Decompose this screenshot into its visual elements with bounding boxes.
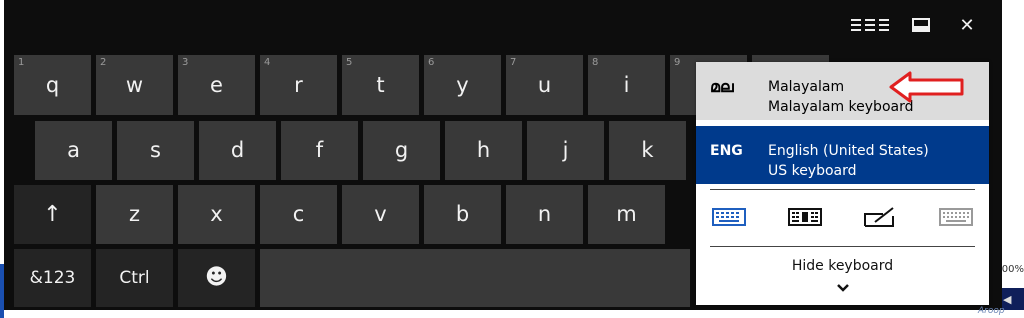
key-label: y bbox=[456, 72, 469, 97]
key-label: g bbox=[394, 138, 409, 162]
key-label: f bbox=[315, 138, 324, 162]
speaker-icon[interactable]: ◀ bbox=[1003, 293, 1011, 306]
shift-icon: ↑ bbox=[43, 201, 62, 227]
key-label: u bbox=[537, 72, 552, 97]
shift-key[interactable]: ↑ bbox=[14, 185, 91, 244]
key-h[interactable]: h bbox=[445, 121, 522, 180]
key-label: s bbox=[150, 138, 161, 162]
key-label: n bbox=[537, 202, 552, 226]
key-c[interactable]: c bbox=[260, 185, 337, 244]
key-label: d bbox=[230, 138, 245, 162]
key-g[interactable]: g bbox=[363, 121, 440, 180]
key-label: i bbox=[623, 72, 630, 97]
key-k[interactable]: k bbox=[609, 121, 686, 180]
symbols-key[interactable]: &123 bbox=[14, 249, 91, 307]
key-m[interactable]: m bbox=[588, 185, 665, 244]
language-name: Malayalam bbox=[768, 79, 845, 95]
language-option-english[interactable]: ENG English (United States) US keyboard bbox=[696, 126, 989, 184]
key-d[interactable]: d bbox=[199, 121, 276, 180]
divider bbox=[710, 246, 975, 247]
key-label: t bbox=[376, 72, 385, 97]
thumb-keyboard-icon[interactable] bbox=[787, 205, 823, 229]
watermark-text: Aroop bbox=[978, 306, 1005, 316]
key-y[interactable]: 6y bbox=[424, 55, 501, 115]
language-code: ENG bbox=[710, 143, 743, 159]
emoji-icon: ☻ bbox=[205, 265, 228, 290]
key-i[interactable]: 8i bbox=[588, 55, 665, 115]
key-label: q bbox=[45, 72, 60, 97]
key-t[interactable]: 5t bbox=[342, 55, 419, 115]
key-label: &123 bbox=[29, 267, 76, 288]
key-s[interactable]: s bbox=[117, 121, 194, 180]
key-u[interactable]: 7u bbox=[506, 55, 583, 115]
key-number-hint: 4 bbox=[264, 57, 271, 68]
chevron-down-icon[interactable] bbox=[696, 278, 989, 297]
key-label: v bbox=[374, 202, 387, 226]
key-label: r bbox=[294, 72, 303, 97]
key-f[interactable]: f bbox=[281, 121, 358, 180]
key-number-hint: 7 bbox=[510, 57, 517, 68]
key-number-hint: 8 bbox=[592, 57, 599, 68]
language-code: മല bbox=[710, 77, 734, 96]
key-number-hint: 9 bbox=[674, 57, 681, 68]
key-a[interactable]: a bbox=[35, 121, 112, 180]
zoom-level: 00% bbox=[1001, 264, 1024, 275]
keyboard-layout-name: US keyboard bbox=[768, 163, 857, 179]
key-v[interactable]: v bbox=[342, 185, 419, 244]
key-number-hint: 2 bbox=[100, 57, 107, 68]
space-bar[interactable] bbox=[260, 249, 690, 307]
default-keyboard-icon[interactable] bbox=[711, 205, 747, 229]
close-button[interactable]: ✕ bbox=[952, 10, 982, 40]
key-label: x bbox=[210, 202, 223, 226]
key-label: m bbox=[616, 202, 637, 226]
key-label: w bbox=[125, 72, 144, 97]
key-label: e bbox=[210, 72, 223, 97]
key-q[interactable]: 1q bbox=[14, 55, 91, 115]
ctrl-key[interactable]: Ctrl bbox=[96, 249, 173, 307]
key-number-hint: 6 bbox=[428, 57, 435, 68]
key-b[interactable]: b bbox=[424, 185, 501, 244]
divider bbox=[710, 189, 975, 190]
key-label: z bbox=[128, 202, 141, 226]
key-n[interactable]: n bbox=[506, 185, 583, 244]
key-w[interactable]: 2w bbox=[96, 55, 173, 115]
key-label: j bbox=[562, 138, 569, 162]
key-number-hint: 3 bbox=[182, 57, 189, 68]
key-label: h bbox=[476, 138, 491, 162]
key-label: b bbox=[455, 202, 470, 226]
dock-icon[interactable] bbox=[906, 10, 936, 40]
key-number-hint: 1 bbox=[18, 57, 25, 68]
key-label: Ctrl bbox=[119, 267, 150, 288]
key-label: a bbox=[67, 138, 80, 162]
language-name: English (United States) bbox=[768, 143, 929, 159]
key-z[interactable]: z bbox=[96, 185, 173, 244]
key-x[interactable]: x bbox=[178, 185, 255, 244]
key-label: k bbox=[641, 138, 654, 162]
key-number-hint: 5 bbox=[346, 57, 353, 68]
hide-keyboard-button[interactable]: Hide keyboard bbox=[696, 258, 989, 274]
key-label: c bbox=[292, 202, 305, 226]
taskbar-edge bbox=[0, 264, 4, 318]
annotation-arrow-icon bbox=[889, 71, 964, 103]
close-icon: ✕ bbox=[959, 14, 975, 36]
handwriting-icon[interactable] bbox=[862, 205, 898, 229]
options-icon[interactable] bbox=[847, 10, 893, 40]
key-r[interactable]: 4r bbox=[260, 55, 337, 115]
key-e[interactable]: 3e bbox=[178, 55, 255, 115]
full-keyboard-icon[interactable] bbox=[938, 205, 974, 229]
key-j[interactable]: j bbox=[527, 121, 604, 180]
emoji-key[interactable]: ☻ bbox=[178, 249, 255, 307]
